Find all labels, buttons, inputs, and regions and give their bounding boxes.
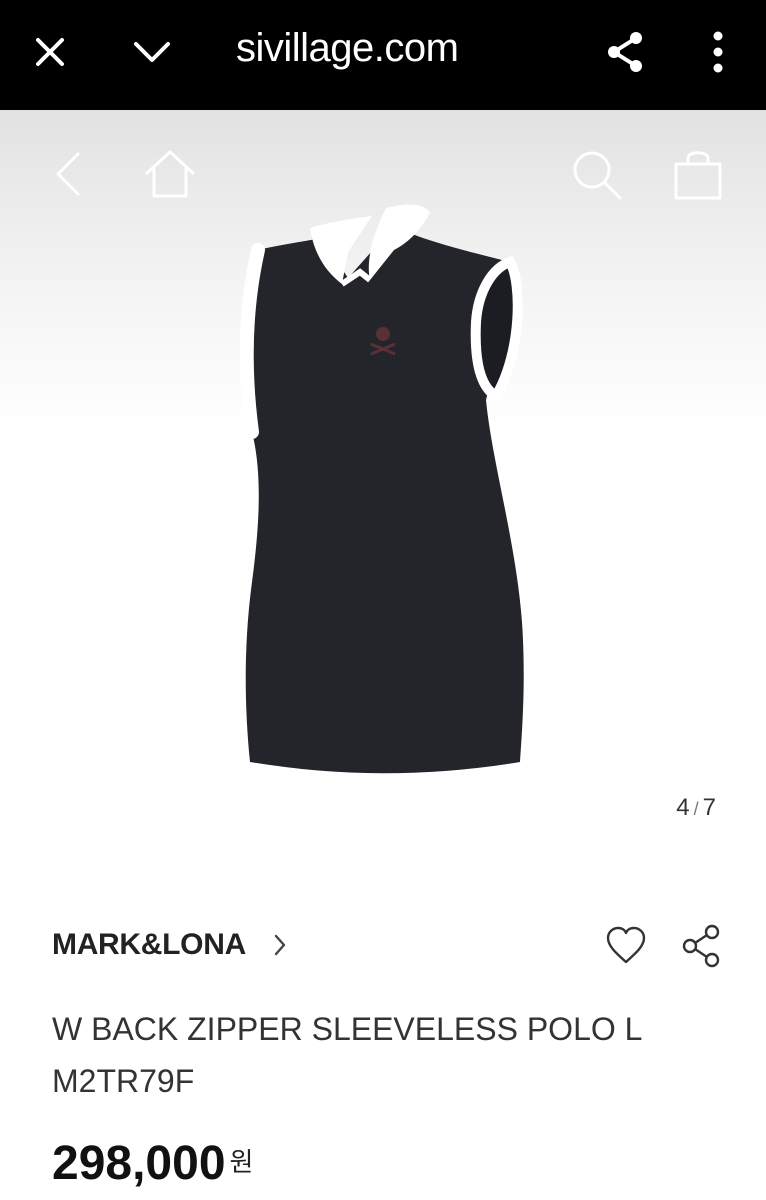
product-name: W BACK ZIPPER SLEEVELESS POLO L M2TR79F <box>52 1003 732 1107</box>
product-name-line2: M2TR79F <box>52 1063 195 1099</box>
counter-separator: / <box>693 799 699 819</box>
back-arrow-icon[interactable] <box>40 144 100 204</box>
brand-link[interactable]: MARK&LONA <box>52 928 246 962</box>
product-price: 298,000 원 <box>52 1136 253 1191</box>
home-icon[interactable] <box>140 144 200 204</box>
price-currency: 원 <box>229 1147 254 1177</box>
price-value: 298,000 <box>52 1137 226 1190</box>
more-vertical-icon[interactable] <box>690 24 746 80</box>
close-icon[interactable] <box>22 24 78 80</box>
counter-current: 4 <box>676 794 690 821</box>
product-name-line1: W BACK ZIPPER SLEEVELESS POLO L <box>52 1011 643 1047</box>
shopping-bag-icon[interactable] <box>668 144 728 204</box>
chevron-right-icon[interactable] <box>270 930 292 960</box>
chevron-down-icon[interactable] <box>124 24 180 80</box>
search-icon[interactable] <box>566 144 626 204</box>
image-counter: 4/7 <box>676 794 716 822</box>
product-image <box>239 204 524 774</box>
counter-total: 7 <box>702 794 716 821</box>
url-field[interactable]: sivillage.com <box>236 26 459 71</box>
share-outline-icon[interactable] <box>680 922 724 970</box>
heart-icon[interactable] <box>602 922 650 970</box>
brand-row: MARK&LONA <box>52 922 722 972</box>
browser-top-bar: sivillage.com <box>0 0 766 110</box>
share-icon[interactable] <box>598 24 654 80</box>
product-image-gallery[interactable]: 4/7 <box>0 110 766 870</box>
